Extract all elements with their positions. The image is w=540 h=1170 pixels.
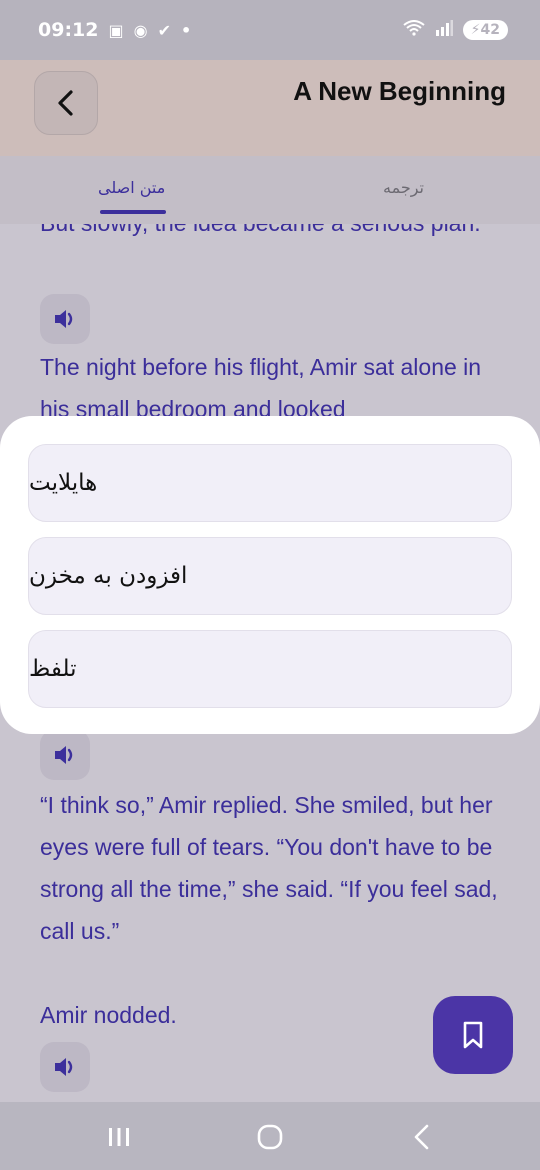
back-icon	[414, 1124, 429, 1150]
pronunciation-option[interactable]: تلفظ	[28, 630, 512, 708]
paragraph[interactable]: But slowly, the idea became a serious pl…	[40, 224, 510, 244]
nav-back-button[interactable]	[402, 1120, 442, 1154]
battery-indicator: ⚡42	[462, 20, 508, 40]
bookmark-icon	[463, 1021, 483, 1049]
word-action-sheet: هایلایت افزودن به مخزن تلفظ	[0, 416, 540, 734]
signal-icon	[435, 20, 453, 40]
badge-icon: ◉	[133, 20, 148, 40]
header: A New Beginning	[0, 60, 540, 156]
bookmark-button[interactable]	[433, 996, 513, 1074]
recents-icon	[109, 1128, 129, 1146]
paragraph[interactable]: “I think so,” Amir replied. She smiled, …	[40, 784, 510, 952]
chevron-left-icon	[58, 90, 73, 116]
speaker-icon	[55, 310, 73, 328]
system-nav-bar	[0, 1102, 540, 1170]
page-title: A New Beginning	[293, 76, 506, 106]
battery-level: 42	[480, 22, 500, 38]
speaker-icon	[55, 1058, 73, 1076]
tab-original-text[interactable]: متن اصلی	[98, 178, 165, 197]
tab-translation[interactable]: ترجمه	[383, 178, 424, 197]
status-left: 09:12 ▣ ◉ ✔ •	[38, 19, 191, 41]
status-right: ⚡42	[403, 20, 508, 40]
home-icon	[257, 1124, 283, 1150]
play-audio-button[interactable]	[40, 730, 90, 780]
recents-button[interactable]	[99, 1120, 139, 1154]
play-audio-button[interactable]	[40, 1042, 90, 1092]
shield-check-icon: ✔	[157, 20, 171, 40]
play-audio-button[interactable]	[40, 294, 90, 344]
wifi-icon	[403, 20, 425, 40]
add-to-vocabulary-option[interactable]: افزودن به مخزن	[28, 537, 512, 615]
status-time: 09:12	[38, 19, 99, 41]
highlight-option[interactable]: هایلایت	[28, 444, 512, 522]
screenshot-icon: ▣	[108, 20, 124, 40]
dot-icon: •	[180, 20, 192, 40]
home-button[interactable]	[250, 1120, 290, 1154]
back-button[interactable]	[34, 71, 98, 135]
status-bar: 09:12 ▣ ◉ ✔ • ⚡42	[0, 0, 540, 60]
speaker-icon	[55, 746, 73, 764]
active-tab-indicator	[100, 210, 166, 214]
tab-bar: متن اصلی ترجمه	[0, 156, 540, 224]
